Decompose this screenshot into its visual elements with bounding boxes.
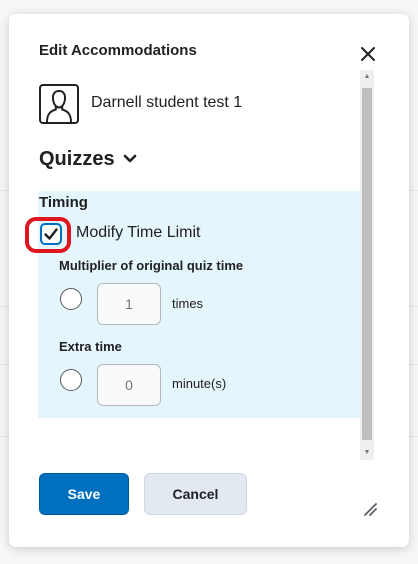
modify-time-limit-checkbox[interactable] <box>40 223 62 245</box>
extra-time-label: Extra time <box>59 339 122 354</box>
save-button[interactable]: Save <box>39 473 129 515</box>
student-name: Darnell student test 1 <box>91 94 243 111</box>
dialog-title: Edit Accommodations <box>39 42 197 59</box>
checkmark-icon <box>44 228 58 240</box>
multiplier-input[interactable] <box>97 283 161 325</box>
scroll-up-arrow-icon[interactable]: ▲ <box>360 70 374 84</box>
scroll-down-arrow-icon[interactable]: ▼ <box>360 446 374 460</box>
scrollbar[interactable]: ▲ ▼ <box>360 70 374 460</box>
modify-time-limit-label[interactable]: Modify Time Limit <box>76 224 200 242</box>
edit-accommodations-dialog: Edit Accommodations ▲ ▼ Darnell student … <box>9 14 409 547</box>
extra-time-radio[interactable] <box>60 369 82 391</box>
extra-time-unit: minute(s) <box>172 376 227 391</box>
timing-heading: Timing <box>39 194 88 211</box>
student-avatar <box>39 84 79 124</box>
chevron-down-icon[interactable] <box>123 154 137 164</box>
resize-handle-icon[interactable] <box>363 502 377 516</box>
close-icon <box>361 47 375 61</box>
close-button[interactable] <box>358 44 378 64</box>
quizzes-section-title[interactable]: Quizzes <box>39 148 115 171</box>
multiplier-unit: times <box>172 296 204 311</box>
user-avatar-icon <box>46 89 72 122</box>
cancel-button[interactable]: Cancel <box>144 473 247 515</box>
scrollbar-thumb[interactable] <box>362 88 372 440</box>
multiplier-radio[interactable] <box>60 288 82 310</box>
extra-time-input[interactable] <box>97 364 161 406</box>
multiplier-label: Multiplier of original quiz time <box>59 258 244 273</box>
